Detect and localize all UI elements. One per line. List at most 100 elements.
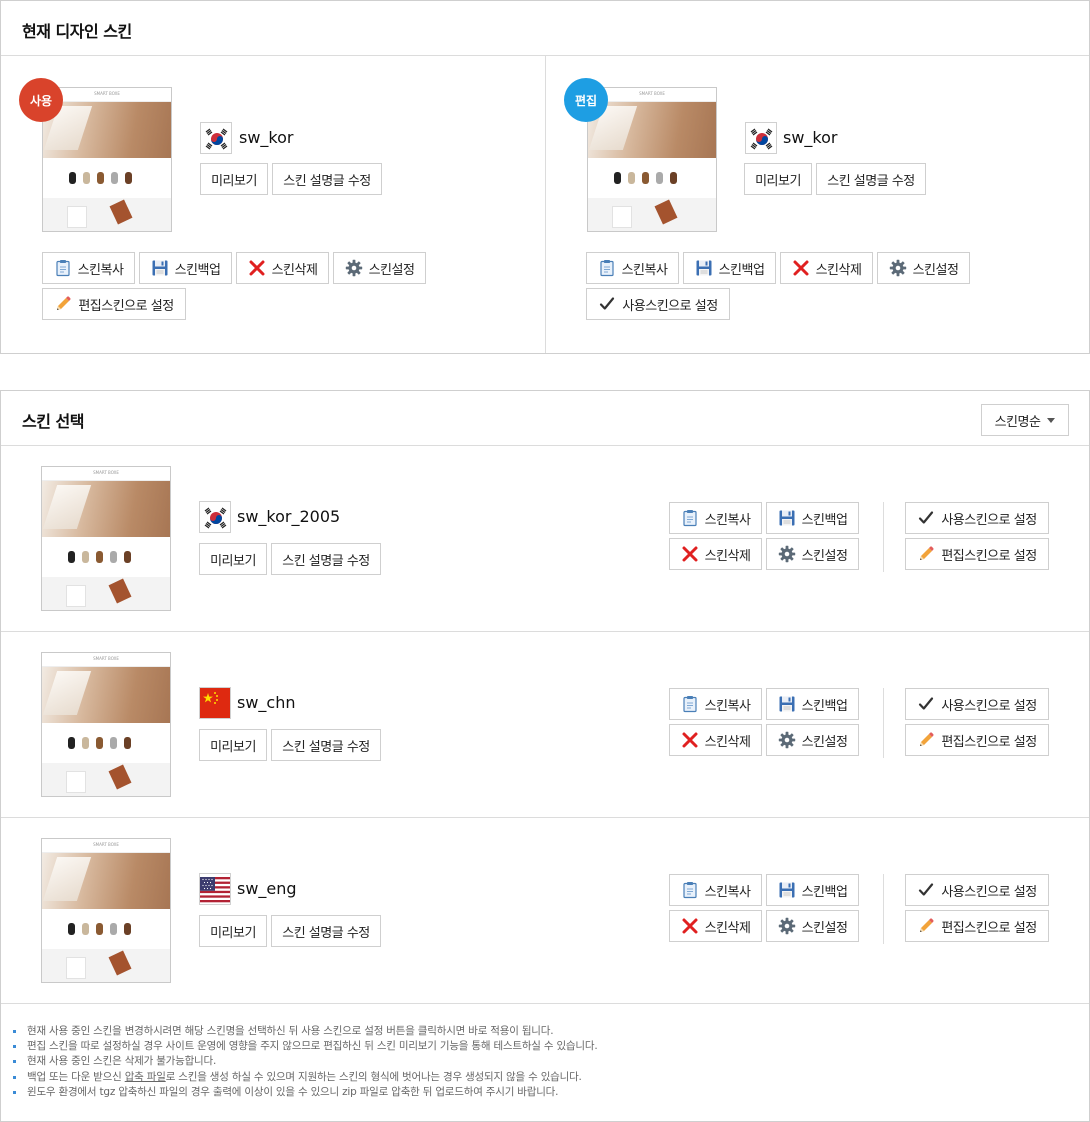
sort-label: 스킨명순 — [994, 414, 1041, 430]
delete-skin-button[interactable]: 스킨삭제 — [669, 538, 762, 570]
note-item: 백업 또는 다운 받으신 압축 파일로 스킨을 생성 하실 수 있으며 지원하는… — [13, 1070, 1089, 1085]
archive-file-underline: 압축 파일 — [124, 1070, 166, 1083]
set-use-skin-button[interactable]: 사용스킨으로 설정 — [586, 288, 730, 320]
copy-skin-button[interactable]: 스킨복사 — [669, 502, 762, 534]
set-use-skin-label: 사용스킨으로 설정 — [622, 298, 718, 314]
delete-skin-button[interactable]: 스킨삭제 — [669, 724, 762, 756]
sort-dropdown[interactable]: 스킨명순 — [981, 404, 1069, 436]
gear-icon — [778, 545, 796, 563]
skin-thumbnail[interactable]: SMART BOXE — [587, 87, 717, 232]
skin-thumbnail[interactable]: SMART BOXE — [41, 466, 171, 611]
backup-skin-button[interactable]: 스킨백업 — [766, 502, 859, 534]
skin-thumbnail[interactable]: SMART BOXE — [42, 87, 172, 232]
skin-name[interactable]: sw_kor_2005 — [237, 507, 340, 526]
edit-description-button[interactable]: 스킨 설명글 수정 — [272, 163, 382, 195]
pencil-icon — [54, 295, 72, 313]
set-edit-skin-button[interactable]: 편집스킨으로 설정 — [905, 910, 1049, 942]
red-x-icon — [681, 917, 699, 935]
copy-skin-button[interactable]: 스킨복사 — [669, 874, 762, 906]
edit-skin-column: 편집 SMART BOXE sw_kor 미리보기 스킨 설명글 수정 스킨복사… — [546, 56, 1089, 353]
skin-settings-label: 스킨설정 — [368, 262, 415, 278]
skin-name[interactable]: sw_chn — [237, 693, 296, 712]
current-skin-panel: 현재 디자인 스킨 사용 SMART BOXE sw_kor 미리보기 스킨 설… — [0, 0, 1090, 354]
checkmark-icon — [917, 881, 935, 899]
divider — [883, 688, 884, 758]
set-use-skin-label: 사용스킨으로 설정 — [941, 512, 1037, 528]
edit-description-button[interactable]: 스킨 설명글 수정 — [816, 163, 926, 195]
note-item: 현재 사용 중인 스킨은 삭제가 불가능합니다. — [13, 1054, 1089, 1069]
delete-skin-button[interactable]: 스킨삭제 — [780, 252, 873, 284]
preview-button[interactable]: 미리보기 — [200, 163, 268, 195]
set-use-skin-label: 사용스킨으로 설정 — [941, 884, 1037, 900]
skin-name[interactable]: sw_kor — [239, 128, 293, 147]
edit-description-button[interactable]: 스킨 설명글 수정 — [271, 729, 381, 761]
set-edit-skin-button[interactable]: 편집스킨으로 설정 — [905, 538, 1049, 570]
gear-icon — [778, 917, 796, 935]
backup-skin-button[interactable]: 스킨백업 — [139, 252, 232, 284]
backup-skin-label: 스킨백업 — [174, 262, 221, 278]
use-badge: 사용 — [19, 78, 63, 122]
red-x-icon — [681, 545, 699, 563]
korea-flag-icon — [745, 122, 777, 154]
backup-skin-label: 스킨백업 — [801, 698, 848, 714]
backup-skin-label: 스킨백업 — [718, 262, 765, 278]
red-x-icon — [792, 259, 810, 277]
usa-flag-icon — [199, 873, 231, 905]
skin-settings-label: 스킨설정 — [801, 734, 848, 750]
delete-skin-button[interactable]: 스킨삭제 — [669, 910, 762, 942]
skin-name[interactable]: sw_eng — [237, 879, 297, 898]
set-use-skin-button[interactable]: 사용스킨으로 설정 — [905, 688, 1049, 720]
floppy-disk-icon — [695, 259, 713, 277]
note-item: 현재 사용 중인 스킨을 변경하시려면 해당 스킨명을 선택하신 뒤 사용 스킨… — [13, 1024, 1089, 1039]
skin-settings-button[interactable]: 스킨설정 — [333, 252, 426, 284]
set-use-skin-button[interactable]: 사용스킨으로 설정 — [905, 502, 1049, 534]
floppy-disk-icon — [778, 509, 796, 527]
gear-icon — [345, 259, 363, 277]
copy-skin-button[interactable]: 스킨복사 — [586, 252, 679, 284]
preview-button[interactable]: 미리보기 — [199, 729, 267, 761]
set-edit-skin-button[interactable]: 편집스킨으로 설정 — [42, 288, 186, 320]
korea-flag-icon — [200, 122, 232, 154]
backup-skin-button[interactable]: 스킨백업 — [766, 688, 859, 720]
pencil-icon — [917, 545, 935, 563]
set-edit-skin-label: 편집스킨으로 설정 — [78, 298, 174, 314]
pencil-icon — [917, 917, 935, 935]
red-x-icon — [248, 259, 266, 277]
skin-settings-button[interactable]: 스킨설정 — [766, 538, 859, 570]
skin-settings-label: 스킨설정 — [912, 262, 959, 278]
skin-name[interactable]: sw_kor — [783, 128, 837, 147]
backup-skin-label: 스킨백업 — [801, 512, 848, 528]
set-use-skin-button[interactable]: 사용스킨으로 설정 — [905, 874, 1049, 906]
copy-skin-button[interactable]: 스킨복사 — [42, 252, 135, 284]
clipboard-icon — [598, 259, 616, 277]
backup-skin-button[interactable]: 스킨백업 — [766, 874, 859, 906]
edit-description-button[interactable]: 스킨 설명글 수정 — [271, 543, 381, 575]
preview-button[interactable]: 미리보기 — [744, 163, 812, 195]
copy-skin-button[interactable]: 스킨복사 — [669, 688, 762, 720]
backup-skin-button[interactable]: 스킨백업 — [683, 252, 776, 284]
set-edit-skin-label: 편집스킨으로 설정 — [941, 920, 1037, 936]
panel-title: 스킨 선택 — [22, 412, 84, 431]
skin-thumbnail[interactable]: SMART BOXE — [41, 652, 171, 797]
use-skin-column: 사용 SMART BOXE sw_kor 미리보기 스킨 설명글 수정 스킨복사… — [1, 56, 546, 353]
skin-settings-button[interactable]: 스킨설정 — [877, 252, 970, 284]
skin-settings-button[interactable]: 스킨설정 — [766, 724, 859, 756]
caret-down-icon — [1047, 417, 1056, 423]
gear-icon — [889, 259, 907, 277]
edit-description-button[interactable]: 스킨 설명글 수정 — [271, 915, 381, 947]
set-edit-skin-button[interactable]: 편집스킨으로 설정 — [905, 724, 1049, 756]
pencil-icon — [917, 731, 935, 749]
set-edit-skin-label: 편집스킨으로 설정 — [941, 548, 1037, 564]
preview-button[interactable]: 미리보기 — [199, 543, 267, 575]
note-item: 편집 스킨을 따로 설정하실 경우 사이트 운영에 영향을 주지 않으므로 편집… — [13, 1039, 1089, 1054]
checkmark-icon — [598, 295, 616, 313]
checkmark-icon — [917, 509, 935, 527]
delete-skin-button[interactable]: 스킨삭제 — [236, 252, 329, 284]
preview-button[interactable]: 미리보기 — [199, 915, 267, 947]
skin-select-header: 스킨 선택 스킨명순 — [1, 391, 1089, 446]
skin-settings-button[interactable]: 스킨설정 — [766, 910, 859, 942]
note-item: 윈도우 환경에서 tgz 압축하신 파일의 경우 출력에 이상이 있을 수 있으… — [13, 1085, 1089, 1100]
gear-icon — [778, 731, 796, 749]
delete-skin-label: 스킨삭제 — [704, 548, 751, 564]
skin-thumbnail[interactable]: SMART BOXE — [41, 838, 171, 983]
